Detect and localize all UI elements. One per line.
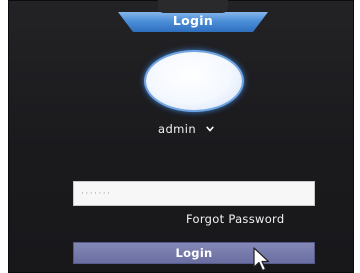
password-placeholder: ······· [81,188,112,199]
password-input[interactable]: ······· [73,181,315,206]
user-avatar-icon [146,52,242,110]
username-value: admin [158,122,197,136]
username-select[interactable]: admin [158,121,214,137]
login-screen: Login admin ······· Forgot Password Logi… [8,0,354,273]
page-title: Login [172,13,214,28]
forgot-password-link[interactable]: Forgot Password [186,212,284,226]
mouse-pointer-icon [253,247,270,272]
chevron-down-icon [206,126,214,132]
login-button[interactable]: Login [73,242,315,264]
